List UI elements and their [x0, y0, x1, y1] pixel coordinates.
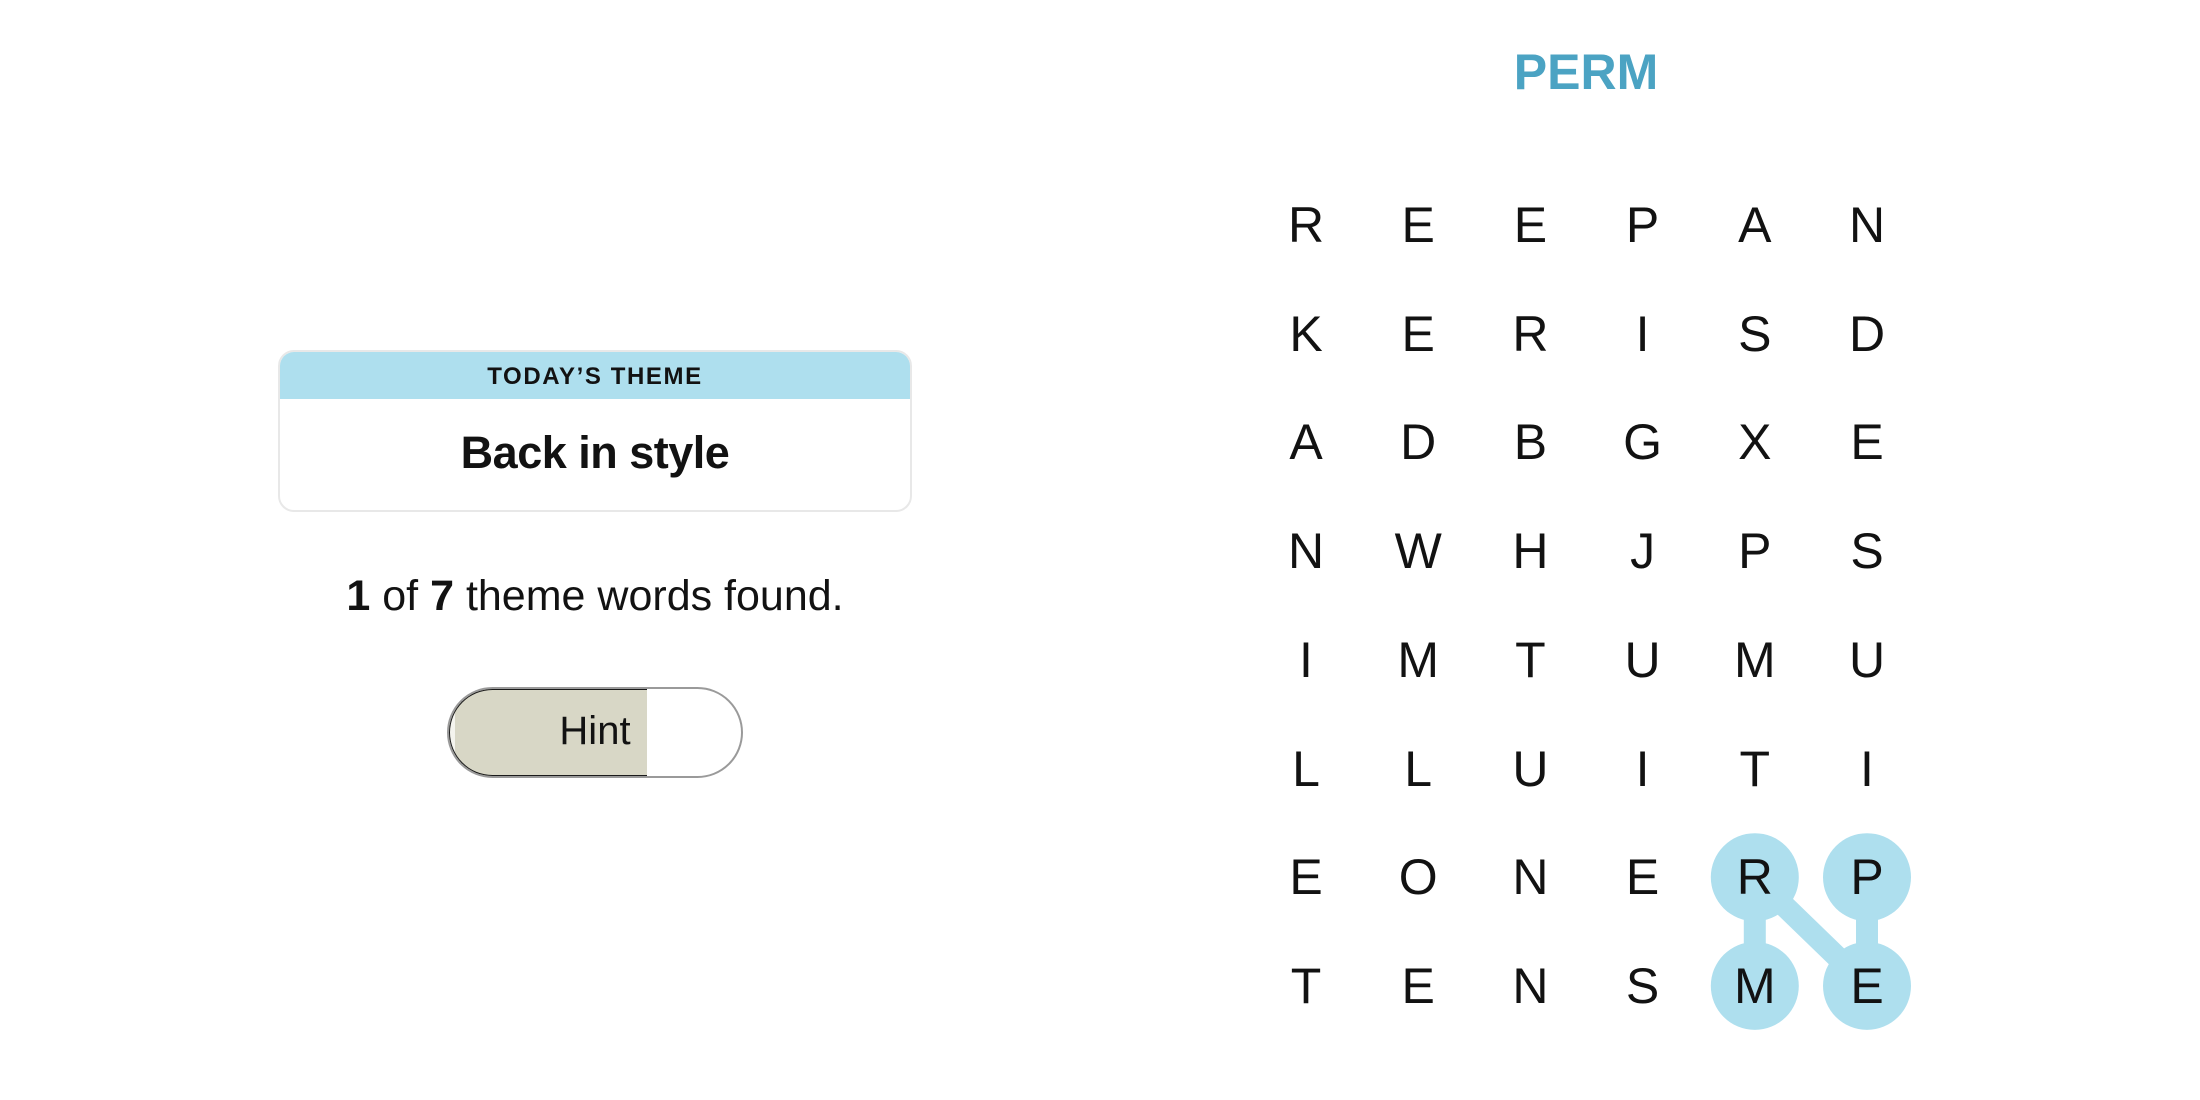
- hint-button[interactable]: Hint: [447, 687, 743, 778]
- letter-tile[interactable]: R: [1261, 180, 1351, 270]
- letter-tile[interactable]: D: [1373, 397, 1463, 487]
- letter-tile[interactable]: D: [1822, 289, 1912, 379]
- letter-tile[interactable]: E: [1485, 180, 1575, 270]
- letter-tile[interactable]: R: [1710, 832, 1800, 922]
- letter-tile[interactable]: M: [1373, 615, 1463, 705]
- letter-tile[interactable]: A: [1261, 397, 1351, 487]
- letter-tile[interactable]: E: [1598, 832, 1688, 922]
- letter-tile[interactable]: H: [1485, 506, 1575, 596]
- letter-tile[interactable]: I: [1822, 724, 1912, 814]
- letter-tile[interactable]: E: [1822, 397, 1912, 487]
- letter-tile[interactable]: G: [1598, 397, 1688, 487]
- letter-tile[interactable]: T: [1710, 724, 1800, 814]
- letter-tile[interactable]: B: [1485, 397, 1575, 487]
- letter-tile[interactable]: T: [1485, 615, 1575, 705]
- total-count: 7: [430, 572, 454, 620]
- letter-tile[interactable]: P: [1710, 506, 1800, 596]
- letter-tile[interactable]: U: [1598, 615, 1688, 705]
- letter-tile[interactable]: I: [1598, 289, 1688, 379]
- letter-tile[interactable]: E: [1373, 941, 1463, 1031]
- letter-tile[interactable]: U: [1485, 724, 1575, 814]
- letter-tile[interactable]: E: [1373, 180, 1463, 270]
- letter-tile[interactable]: O: [1373, 832, 1463, 922]
- letter-tile[interactable]: P: [1822, 832, 1912, 922]
- progress-of-text: of: [370, 572, 431, 620]
- letter-tile[interactable]: X: [1710, 397, 1800, 487]
- letter-tile[interactable]: N: [1485, 832, 1575, 922]
- letter-tile[interactable]: S: [1598, 941, 1688, 1031]
- letter-board: REEPANKERISDADBGXENWHJPSIMTUMULLUITIEONE…: [0, 0, 2200, 1100]
- theme-words-progress: 1 of 7 theme words found.: [278, 570, 912, 622]
- letter-tile[interactable]: E: [1373, 289, 1463, 379]
- letter-tile[interactable]: S: [1822, 506, 1912, 596]
- letter-tile[interactable]: A: [1710, 180, 1800, 270]
- theme-header-label: TODAY’S THEME: [280, 352, 910, 399]
- letter-tile[interactable]: I: [1261, 615, 1351, 705]
- letter-tile[interactable]: K: [1261, 289, 1351, 379]
- letter-tile[interactable]: M: [1710, 615, 1800, 705]
- letter-tile[interactable]: L: [1373, 724, 1463, 814]
- letter-tile[interactable]: N: [1485, 941, 1575, 1031]
- letter-tile[interactable]: M: [1710, 941, 1800, 1031]
- letter-tile[interactable]: E: [1822, 941, 1912, 1031]
- letter-tile[interactable]: E: [1261, 832, 1351, 922]
- letter-tile[interactable]: U: [1822, 615, 1912, 705]
- letter-tile[interactable]: L: [1261, 724, 1351, 814]
- letter-tile[interactable]: S: [1710, 289, 1800, 379]
- letter-tile[interactable]: N: [1822, 180, 1912, 270]
- letter-tile[interactable]: R: [1485, 289, 1575, 379]
- letter-tile[interactable]: J: [1598, 506, 1688, 596]
- theme-title: Back in style: [460, 426, 730, 478]
- theme-card: TODAY’S THEME Back in style: [278, 350, 912, 512]
- letter-tile[interactable]: T: [1261, 941, 1351, 1031]
- letter-tile[interactable]: P: [1598, 180, 1688, 270]
- progress-suffix: theme words found.: [454, 572, 844, 620]
- hint-label: Hint: [559, 709, 631, 753]
- letter-tile[interactable]: N: [1261, 506, 1351, 596]
- current-word: PERM: [1513, 44, 1659, 100]
- found-count: 1: [346, 572, 371, 620]
- letter-tile[interactable]: I: [1598, 724, 1688, 814]
- letter-tile[interactable]: W: [1373, 506, 1463, 596]
